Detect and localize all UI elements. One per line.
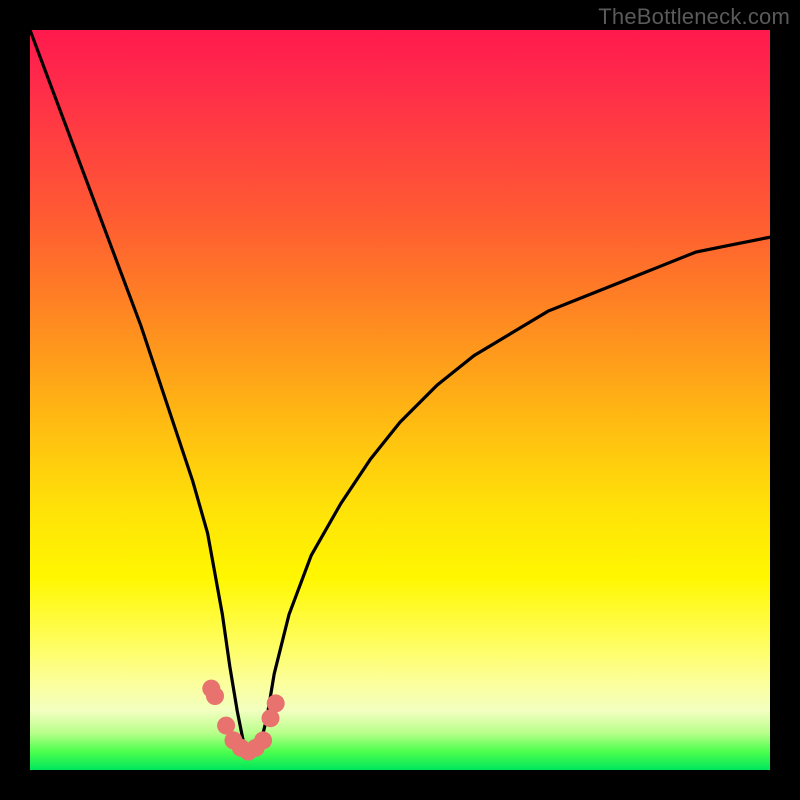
highlight-marker — [206, 687, 224, 705]
plot-area — [30, 30, 770, 770]
curve-path — [30, 30, 770, 755]
highlight-marker — [247, 739, 265, 757]
bottleneck-curve — [30, 30, 770, 770]
highlight-marker — [267, 694, 285, 712]
highlight-marker — [254, 731, 272, 749]
watermark-text: TheBottleneck.com — [598, 4, 790, 30]
highlight-marker — [232, 739, 250, 757]
highlight-marker — [202, 680, 220, 698]
highlight-marker — [262, 709, 280, 727]
marker-group — [202, 680, 284, 761]
chart-frame: TheBottleneck.com — [0, 0, 800, 800]
highlight-marker — [239, 743, 257, 761]
highlight-marker — [217, 717, 235, 735]
highlight-marker — [225, 731, 243, 749]
